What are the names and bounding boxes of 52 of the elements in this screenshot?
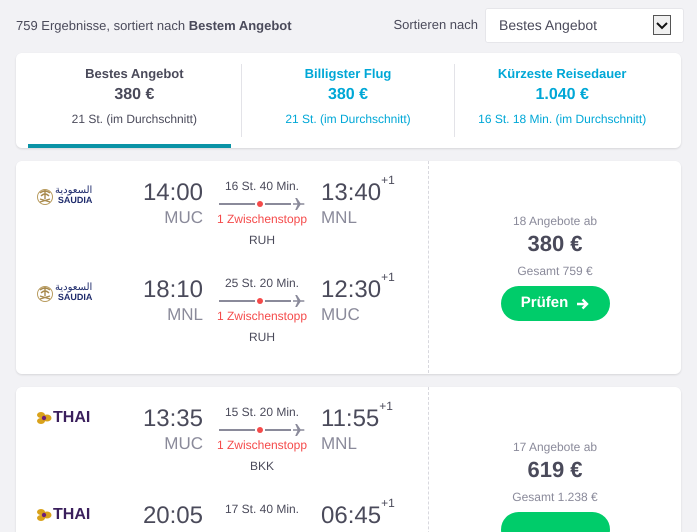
arrival-time: 12:30 [321, 277, 382, 303]
airport-code: MNL [321, 208, 357, 228]
plane-icon [293, 295, 305, 307]
airport-code: MUC [321, 305, 360, 325]
plane-icon [293, 424, 305, 436]
arrival-time: 13:40 [321, 180, 382, 206]
plane-icon [293, 198, 305, 210]
flight-duration: 15 St. 20 Min. [224, 404, 300, 420]
offers-count: 17 Angebote ab [512, 439, 598, 455]
airline-logo: THAI [36, 410, 90, 426]
departure-time: 18:10 [142, 277, 203, 303]
airport-code: MNL [321, 434, 357, 454]
price: 619 € [527, 457, 583, 483]
flight-duration: 17 St. 40 Min. [224, 501, 300, 517]
departure-time: 20:05 [142, 503, 203, 529]
arrival-time: 06:45 [321, 503, 382, 529]
airport-code: MUC [164, 208, 203, 228]
airport-code: MUC [164, 434, 203, 454]
check-button[interactable]: Prüfen [500, 286, 610, 321]
sort-tab[interactable]: Kürzeste Reisedauer 1.040 € 16 St. 18 Min. (im Durchschnitt) [455, 53, 670, 148]
day-offset: +1 [381, 174, 395, 186]
arrow-right-icon [576, 298, 590, 310]
palm-emblem-icon [36, 186, 54, 204]
stopover-airport: BKK [250, 458, 274, 474]
palm-emblem-icon [36, 284, 54, 302]
stopover-airport: RUH [249, 329, 275, 345]
sort-dropdown[interactable]: Bestes Angebot [485, 8, 684, 42]
airport-code: MNL [167, 305, 203, 325]
flight-duration: 16 St. 40 Min. [224, 178, 300, 194]
sort-label: Sortieren nach [393, 16, 478, 34]
stops-label: 1 Zwischenstopp [216, 211, 308, 227]
offers-count: 18 Angebote ab [512, 213, 598, 229]
departure-time: 13:35 [142, 406, 203, 432]
orchid-emblem-icon [36, 411, 52, 425]
total-price: Gesamt 759 € [517, 263, 593, 279]
airline-logo: THAI [36, 507, 90, 523]
price: 380 € [527, 231, 583, 257]
day-offset: +1 [379, 400, 393, 412]
flight-duration: 25 St. 20 Min. [224, 275, 300, 291]
sort-tab[interactable]: Billigster Flug 380 € 21 St. (im Durchschnitt) [242, 53, 454, 148]
departure-time: 14:00 [142, 180, 203, 206]
stopover-airport: RUH [249, 232, 275, 248]
sort-tab[interactable]: Bestes Angebot 380 € 21 St. (im Durchschnitt) [28, 53, 241, 148]
arrival-time: 11:55 [321, 406, 380, 432]
results-summary: 759 Ergebnisse, sortiert nach Bestem Angebot [16, 17, 292, 36]
chevron-down-icon [653, 15, 671, 35]
day-offset: +1 [381, 497, 395, 509]
stops-label: 1 Zwischenstopp [216, 437, 308, 453]
stops-label: 1 Zwischenstopp [216, 308, 308, 324]
total-price: Gesamt 1.238 € [512, 489, 598, 505]
orchid-emblem-icon [36, 508, 52, 522]
day-offset: +1 [381, 271, 395, 283]
